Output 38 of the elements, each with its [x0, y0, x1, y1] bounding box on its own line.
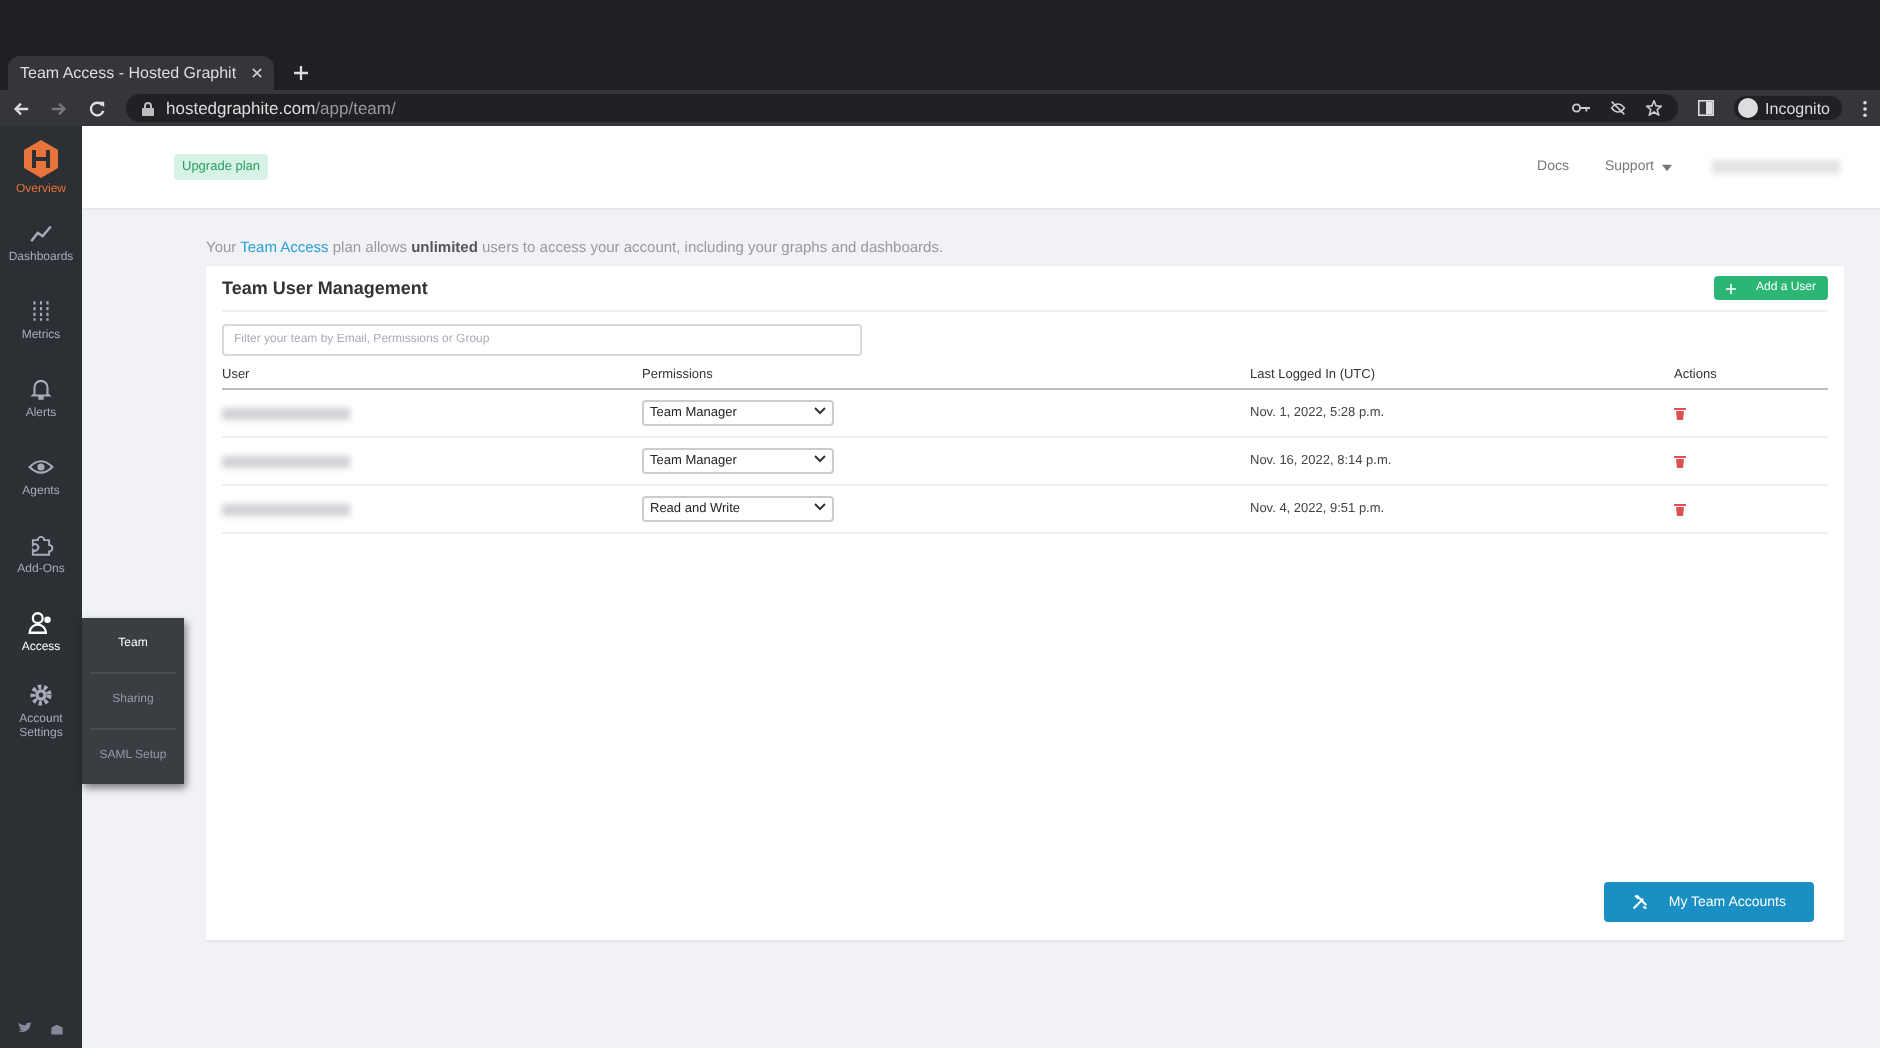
bird-icon [17, 1022, 32, 1034]
star-icon [1645, 100, 1662, 116]
url-text: hostedgraphite.com/app/team/ [166, 98, 396, 118]
trash-icon[interactable] [1674, 454, 1686, 468]
gear-icon [28, 681, 54, 708]
chevron-icon [814, 406, 826, 416]
sliders-icon [28, 298, 54, 325]
blurred-email [222, 503, 350, 515]
hexagon-logo-icon [24, 140, 58, 178]
plus-icon [1725, 283, 1736, 293]
chevron-icon [814, 502, 826, 512]
trash-icon[interactable] [1674, 502, 1686, 516]
puzzle-icon [28, 532, 54, 559]
blurred-email [222, 407, 350, 419]
close-icon [252, 68, 263, 78]
blurred-email [222, 455, 350, 467]
eye-slash-icon [1609, 100, 1626, 116]
side-panel-icon [1697, 100, 1714, 116]
chart-icon [28, 220, 54, 247]
users-icon [28, 610, 54, 637]
bell-icon [28, 376, 54, 403]
caret-icon [1662, 163, 1672, 171]
address-bar[interactable]: hostedgraphite.com/app/team/ [126, 94, 1678, 122]
avatar-icon [1737, 98, 1758, 118]
key-icon [1571, 102, 1590, 114]
browser-tab[interactable]: Team Access - Hosted Graphit [8, 56, 275, 90]
trash-icon[interactable] [1674, 406, 1686, 420]
menu-icon [1862, 99, 1868, 117]
forward-arrow-icon [50, 99, 68, 117]
card-title: Team User Management [222, 278, 428, 298]
reload-icon [88, 99, 106, 117]
profile-chip[interactable]: Incognito [1733, 96, 1842, 120]
tools-icon [1632, 894, 1649, 910]
back-arrow-icon [12, 99, 30, 117]
new-tab-icon [294, 66, 309, 80]
lock-icon [142, 101, 154, 115]
blurred-account-name [1712, 160, 1840, 174]
chevron-icon [814, 454, 826, 464]
